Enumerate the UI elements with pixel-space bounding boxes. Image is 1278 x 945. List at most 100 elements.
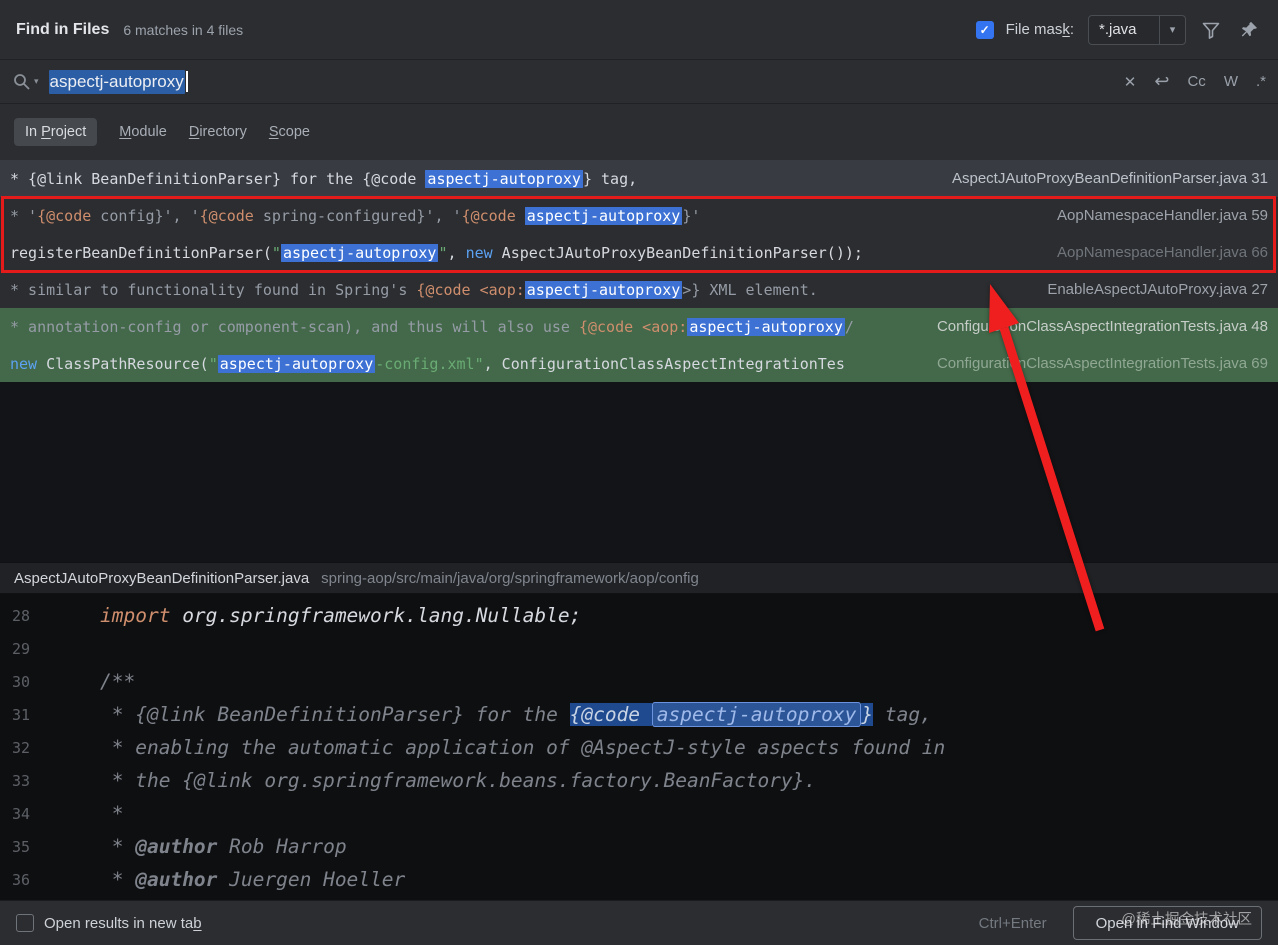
code-line: 31 * {@link BeanDefinitionParser} for th… <box>0 698 1278 731</box>
preview-file-name: AspectJAutoProxyBeanDefinitionParser.jav… <box>14 569 310 587</box>
line-number: 30 <box>12 672 31 691</box>
text-segment: odule <box>131 124 167 140</box>
text-segment: , ConfigurationClassAspectIntegrationTes <box>483 354 845 373</box>
text-caret <box>185 71 188 92</box>
code-line: 28 import org.springframework.lang.Nullab… <box>0 599 1278 632</box>
clear-search-icon[interactable]: ✕ <box>1124 73 1137 91</box>
search-query[interactable]: aspectj-autoproxy <box>48 69 1124 94</box>
text-segment: * {@link BeanDefinitionParser} for the {… <box>10 169 426 188</box>
text-segment: P <box>41 124 51 140</box>
result-file-label: AopNamespaceHandler.java 59 <box>1057 207 1268 224</box>
code-line: 30 /** <box>0 665 1278 698</box>
scope-tabs: In Project Module Directory Scope <box>0 104 1278 160</box>
result-text: * annotation-config or component-scan), … <box>10 317 923 336</box>
code-text: * enabling the automatic application of … <box>100 736 946 759</box>
match-case-toggle[interactable]: Cc <box>1187 73 1205 90</box>
text-segment: org.springframework.lang.Nullable; <box>170 604 582 627</box>
line-number: 28 <box>12 606 31 625</box>
code-line: 33 * the {@link org.springframework.bean… <box>0 764 1278 797</box>
text-segment: {@code <box>199 206 254 225</box>
result-text: * '{@code config}', '{@code spring-confi… <box>10 206 1043 225</box>
find-in-files-dialog: Find in Files 6 matches in 4 files ✓ Fil… <box>0 0 1278 945</box>
scope-tab-directory[interactable]: Directory <box>189 124 247 140</box>
file-mask-combo[interactable]: *.java ▾ <box>1088 14 1186 45</box>
result-row[interactable]: * '{@code config}', '{@code spring-confi… <box>0 197 1278 234</box>
text-segment: config}', ' <box>91 206 200 225</box>
code-text: * the {@link org.springframework.beans.f… <box>100 769 816 792</box>
line-number: 29 <box>12 639 31 658</box>
preview-editor[interactable]: 28 import org.springframework.lang.Nullab… <box>0 594 1278 900</box>
text-segment: / <box>844 317 854 336</box>
scope-tab-in-project[interactable]: In Project <box>14 118 98 146</box>
open-in-find-window-button[interactable]: Open in Find Window <box>1072 906 1262 940</box>
text-segment: @author <box>135 835 218 858</box>
file-mask-checkbox[interactable]: ✓ <box>975 20 994 39</box>
whole-words-toggle[interactable]: W <box>1224 73 1238 90</box>
text-segment: {@code <box>578 317 634 336</box>
text-segment: {@code <box>569 703 652 726</box>
filter-icon[interactable] <box>1198 17 1224 43</box>
pin-icon[interactable] <box>1236 17 1262 43</box>
text-segment: spring-configured}', ' <box>253 206 462 225</box>
text-segment: " <box>271 243 281 262</box>
results-empty-area <box>0 382 1278 562</box>
code-text: * @author Rob Harrop <box>100 835 347 858</box>
file-mask-value: *.java <box>1099 21 1137 38</box>
line-number: 35 <box>12 837 31 856</box>
search-history-icon[interactable]: ↩ <box>1154 71 1169 92</box>
text-segment: M <box>119 124 132 140</box>
code-text: /** <box>100 670 135 693</box>
text-segment: <aop: <box>479 280 525 299</box>
text-segment: {@code <box>37 206 92 225</box>
result-file-label: ConfigurationClassAspectIntegrationTests… <box>936 355 1268 372</box>
text-segment: } tag, <box>582 169 638 188</box>
result-text: registerBeanDefinitionParser(" aspectj-au… <box>10 243 1043 262</box>
shortcut-hint: Ctrl+Enter <box>978 914 1047 932</box>
text-segment: " <box>438 243 448 262</box>
result-row[interactable]: * {@link BeanDefinitionParser} for the {… <box>0 160 1278 197</box>
text-segment: In <box>25 124 42 140</box>
text-segment: aspectj-autoproxy <box>217 354 376 373</box>
result-row[interactable]: new ClassPathResource(" aspectj-autoproxy… <box>0 345 1278 382</box>
text-segment: cope <box>278 124 310 140</box>
header-controls: ✓ File mask: *.java ▾ <box>975 14 1262 45</box>
result-file-label: AspectJAutoProxyBeanDefinitionParser.jav… <box>951 170 1268 187</box>
text-segment: * <box>100 868 136 891</box>
line-number: 34 <box>12 804 31 823</box>
scope-tab-module[interactable]: Module <box>119 124 167 140</box>
text-segment: ClassPathResource( <box>37 354 209 373</box>
text-segment: " <box>208 354 218 373</box>
result-text: * {@link BeanDefinitionParser} for the {… <box>10 169 938 188</box>
result-row[interactable]: registerBeanDefinitionParser(" aspectj-au… <box>0 234 1278 271</box>
text-segment: new <box>465 243 493 262</box>
text-segment <box>633 318 642 336</box>
result-text: new ClassPathResource(" aspectj-autoproxy… <box>10 354 923 373</box>
regex-toggle[interactable]: .* <box>1256 73 1266 90</box>
search-input[interactable]: ▾ aspectj-autoproxy ✕ ↩ Cc W .* <box>0 60 1278 104</box>
text-segment: registerBeanDefinitionParser( <box>10 243 272 262</box>
text-segment: aspectj-autoproxy <box>524 206 683 225</box>
dialog-header: Find in Files 6 matches in 4 files ✓ Fil… <box>0 0 1278 60</box>
open-results-new-tab-label: Open results in new tab <box>44 915 202 932</box>
search-icon-wrap[interactable]: ▾ <box>12 72 39 92</box>
result-row[interactable]: * similar to functionality found in Spri… <box>0 271 1278 308</box>
text-segment: >} XML element. <box>682 280 818 299</box>
scope-tab-scope[interactable]: Scope <box>269 124 310 140</box>
text-segment: -config.xml" <box>375 354 484 373</box>
results-list: * {@link BeanDefinitionParser} for the {… <box>0 160 1278 382</box>
text-segment: S <box>268 124 279 140</box>
search-query-text: aspectj-autoproxy <box>48 69 185 94</box>
code-line: 34 * <box>0 797 1278 830</box>
text-segment: {@code <box>416 280 471 299</box>
text-segment: @author <box>135 868 218 891</box>
search-history-arrow-icon: ▾ <box>34 76 39 86</box>
text-segment: new <box>10 354 38 373</box>
result-file-label: ConfigurationClassAspectIntegrationTests… <box>936 318 1268 335</box>
text-segment: File mas <box>1005 21 1063 38</box>
combo-dropdown-arrow-icon[interactable]: ▾ <box>1159 15 1185 44</box>
text-segment: aspectj-autoproxy <box>651 702 862 727</box>
result-row[interactable]: * annotation-config or component-scan), … <box>0 308 1278 345</box>
open-results-new-tab-checkbox[interactable] <box>16 914 34 932</box>
text-segment: * the {@link org.springframework.beans.f… <box>100 769 817 792</box>
text-segment: Open results in new ta <box>44 914 194 932</box>
